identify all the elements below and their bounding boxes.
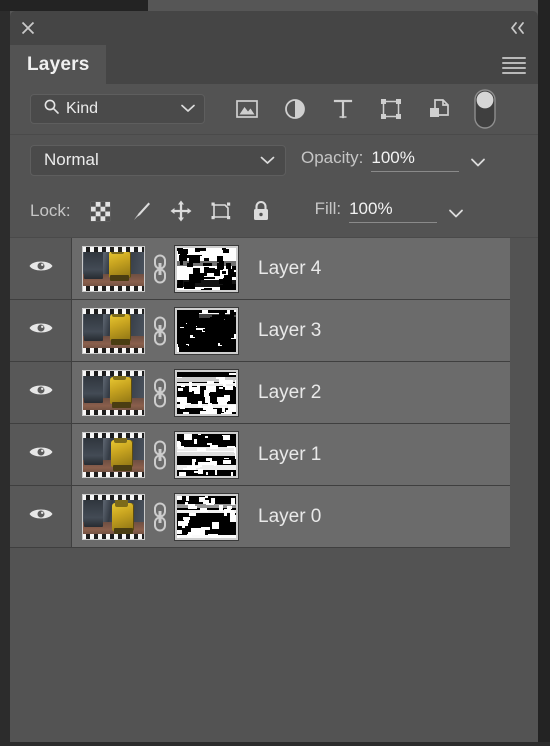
layers-panel: Layers Kind Normal Opacity: 100% Lock: F… (10, 11, 538, 742)
layer-visibility-toggle[interactable] (10, 300, 72, 361)
fill-chevron-down-icon[interactable] (447, 204, 467, 218)
layer-mask-link-icon[interactable] (145, 502, 175, 532)
filter-bar: Kind (10, 84, 538, 135)
eye-icon (28, 443, 54, 466)
close-icon[interactable] (19, 19, 37, 37)
layer-thumbnail[interactable] (82, 307, 145, 354)
top-dark-strip-right (148, 0, 550, 11)
opacity-group: Opacity: 100% (301, 148, 489, 172)
lock-image-pixels-icon[interactable] (121, 194, 161, 228)
layer-visibility-toggle[interactable] (10, 238, 72, 299)
fill-label: Fill: (314, 199, 342, 218)
lock-artboard-nesting-icon[interactable] (201, 194, 241, 228)
fill-input[interactable]: 100% (349, 199, 438, 223)
layer-mask-link-icon[interactable] (145, 440, 175, 470)
eye-icon (28, 381, 54, 404)
layer-list-scroll-gutter[interactable] (510, 238, 538, 742)
layer-row-layer-1[interactable]: Layer 1 (10, 424, 510, 486)
layer-visibility-toggle[interactable] (10, 486, 72, 547)
filter-kind-select[interactable]: Kind (30, 94, 205, 124)
layer-mask-link-icon[interactable] (145, 254, 175, 284)
layer-name-layer-4[interactable]: Layer 4 (258, 258, 321, 280)
layer-visibility-toggle[interactable] (10, 424, 72, 485)
layer-row-body: Layer 1 (72, 424, 510, 485)
lock-icons (81, 194, 281, 228)
layer-name-layer-1[interactable]: Layer 1 (258, 444, 321, 466)
bottom-dark-edge (0, 742, 550, 746)
layer-name-layer-0[interactable]: Layer 0 (258, 506, 321, 528)
lock-position-icon[interactable] (161, 194, 201, 228)
layer-row-layer-0[interactable]: Layer 0 (10, 486, 510, 548)
layer-visibility-toggle[interactable] (10, 362, 72, 423)
layer-row-body: Layer 4 (72, 238, 510, 299)
filter-smart-object-layers-icon[interactable] (415, 92, 463, 126)
layer-name-layer-2[interactable]: Layer 2 (258, 382, 321, 404)
layer-mask-thumbnail[interactable] (174, 244, 239, 293)
filter-pixel-layers-icon[interactable] (223, 92, 271, 126)
layer-thumbnail[interactable] (82, 245, 145, 292)
fill-group: Fill: 100% (315, 199, 467, 223)
eye-icon (28, 257, 54, 280)
layer-row-body: Layer 2 (72, 362, 510, 423)
tab-layers-label: Layers (27, 53, 90, 75)
left-dark-edge (0, 11, 10, 746)
tabstrip-filler (106, 45, 538, 84)
right-dark-edge (538, 0, 550, 746)
search-icon (43, 98, 60, 120)
layer-mask-thumbnail[interactable] (174, 306, 239, 355)
eye-icon (28, 319, 54, 342)
eye-icon (28, 505, 54, 528)
lock-row: Lock: Fill: 100% (10, 185, 538, 238)
blend-mode-select[interactable]: Normal (30, 144, 286, 176)
layer-name-layer-3[interactable]: Layer 3 (258, 320, 321, 342)
layer-row-layer-4[interactable]: Layer 4 (10, 238, 510, 300)
filter-kind-label: Kind (66, 100, 99, 117)
layer-row-layer-3[interactable]: Layer 3 (10, 300, 510, 362)
opacity-chevron-down-icon[interactable] (469, 153, 489, 167)
filter-enable-toggle[interactable] (463, 89, 507, 129)
layer-mask-link-icon[interactable] (145, 316, 175, 346)
opacity-label: Opacity: (301, 148, 364, 167)
blend-mode-row: Normal Opacity: 100% (10, 135, 538, 185)
layer-mask-thumbnail[interactable] (174, 430, 239, 479)
filter-type-layers-icon[interactable] (319, 92, 367, 126)
layer-row-layer-2[interactable]: Layer 2 (10, 362, 510, 424)
blend-mode-value: Normal (44, 150, 99, 169)
top-dark-strip-left (0, 0, 148, 11)
layer-thumbnail[interactable] (82, 493, 145, 540)
hamburger-menu-icon[interactable] (502, 57, 526, 74)
desktop-background: Layers Kind Normal Opacity: 100% Lock: F… (0, 0, 550, 746)
layer-thumbnail[interactable] (82, 431, 145, 478)
lock-transparent-pixels-icon[interactable] (81, 194, 121, 228)
layer-mask-thumbnail[interactable] (174, 492, 239, 541)
panel-tabstrip: Layers (10, 45, 538, 84)
tab-layers[interactable]: Layers (10, 45, 107, 84)
layer-thumbnail[interactable] (82, 369, 145, 416)
layer-mask-link-icon[interactable] (145, 378, 175, 408)
panel-titlebar (10, 11, 538, 45)
layer-list[interactable]: Layer 4 Layer 3 Layer 2 Layer 1 Layer 0 (10, 238, 538, 742)
filter-type-icons (223, 89, 507, 129)
layer-row-body: Layer 0 (72, 486, 510, 547)
chevron-down-icon (259, 150, 276, 170)
chevron-down-icon (180, 100, 196, 118)
collapse-panel-icon[interactable] (508, 20, 528, 36)
opacity-input[interactable]: 100% (371, 148, 460, 172)
layer-row-body: Layer 3 (72, 300, 510, 361)
lock-label: Lock: (30, 201, 71, 220)
filter-adjustment-layers-icon[interactable] (271, 92, 319, 126)
layer-mask-thumbnail[interactable] (174, 368, 239, 417)
filter-shape-layers-icon[interactable] (367, 92, 415, 126)
lock-all-icon[interactable] (241, 194, 281, 228)
